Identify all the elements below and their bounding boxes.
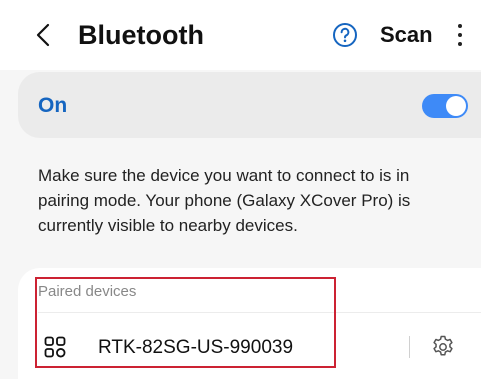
bluetooth-toggle[interactable] <box>422 94 468 118</box>
scan-button[interactable]: Scan <box>380 20 433 50</box>
device-settings-button[interactable] <box>430 334 456 360</box>
device-grid-icon <box>44 336 66 358</box>
device-name: RTK-82SG-US-990039 <box>98 337 294 358</box>
chevron-left-icon <box>36 23 50 47</box>
page-title: Bluetooth <box>78 20 204 50</box>
bluetooth-settings-screen: Bluetooth Scan On Make sure the device y… <box>0 0 481 379</box>
help-button[interactable] <box>332 22 358 48</box>
pairing-description: Make sure the device you want to connect… <box>38 166 411 235</box>
toggle-knob <box>446 96 466 116</box>
paired-devices-header: Paired devices <box>38 283 137 300</box>
section-divider <box>38 312 481 313</box>
bluetooth-master-switch-row[interactable]: On <box>18 72 481 138</box>
row-divider <box>409 336 410 358</box>
switch-state-label: On <box>38 94 68 117</box>
more-options-button[interactable] <box>450 20 470 50</box>
help-icon <box>333 23 357 47</box>
paired-device-row[interactable]: RTK-82SG-US-990039 <box>18 322 481 374</box>
back-button[interactable] <box>30 17 56 53</box>
more-vert-icon <box>458 24 462 28</box>
gear-icon <box>433 335 453 356</box>
app-bar: Bluetooth Scan <box>0 0 481 70</box>
